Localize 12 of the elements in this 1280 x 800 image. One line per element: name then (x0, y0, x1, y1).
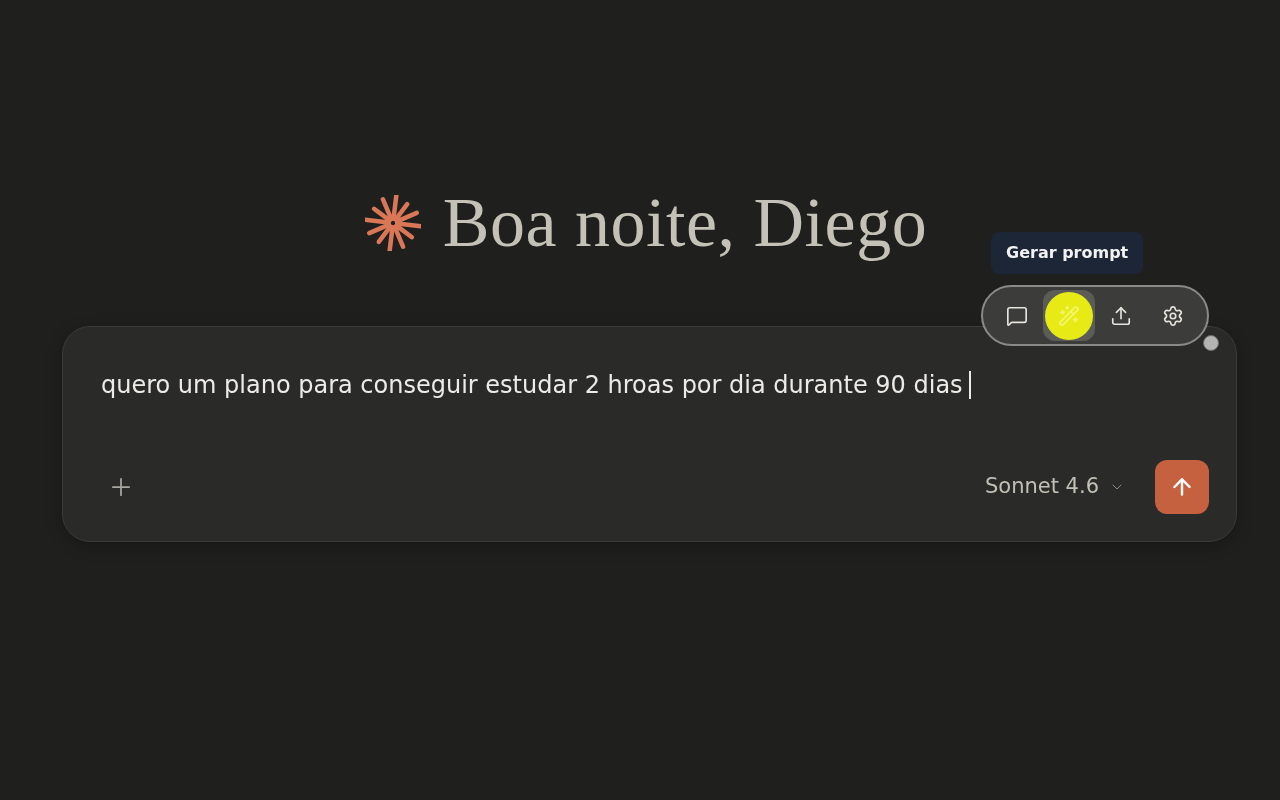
settings-icon (1162, 304, 1184, 327)
model-selector[interactable]: Sonnet 4.6 (984, 471, 1125, 503)
wand-button[interactable] (1043, 290, 1095, 341)
text-cursor (968, 371, 971, 399)
chat-bubble-icon (1006, 304, 1028, 327)
wand-icon (1045, 291, 1093, 340)
message-input[interactable]: quero um plano para conseguir estudar 2 hroas por dia durante 90 dias (101, 369, 1209, 401)
send-button[interactable] (1155, 460, 1209, 514)
upload-icon (1110, 304, 1132, 327)
sparkle-logo-icon (364, 195, 421, 251)
tooltip: Gerar prompt (991, 232, 1144, 274)
greeting-heading: Boa noite, Diego (442, 184, 928, 262)
